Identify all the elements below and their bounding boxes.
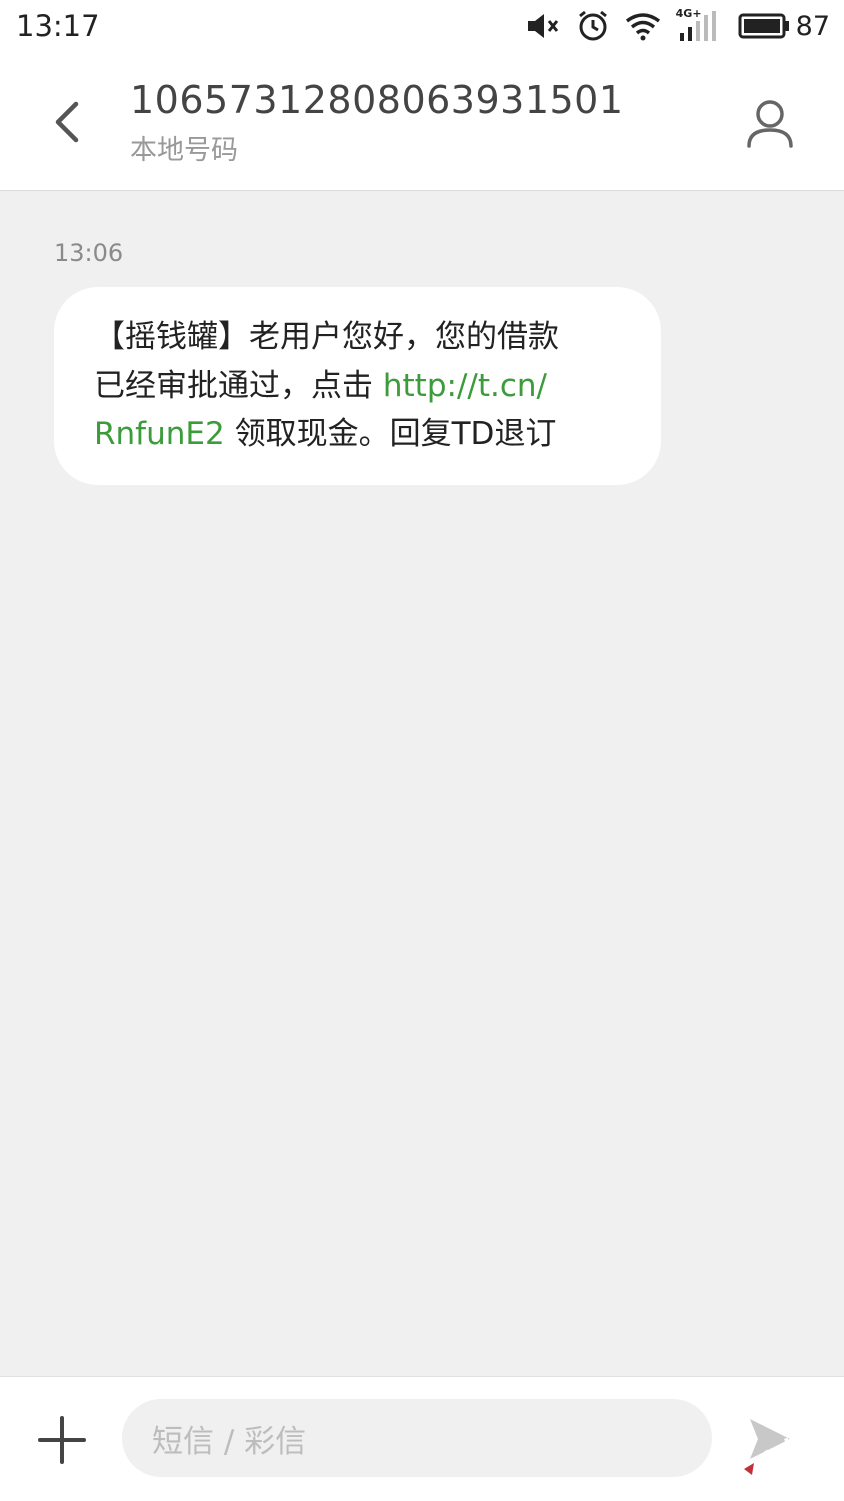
status-time: 13:17 [16,9,100,43]
message-link[interactable]: RnfunE2 [94,416,225,452]
message-line: RnfunE2 领取现金。回复TD退订 [94,410,631,459]
message-text: 【摇钱罐】老用户您好，您的借款 已经审批通过，点击 http://t.cn/ R… [94,313,631,459]
message-timestamp: 13:06 [54,239,124,267]
chevron-left-icon [55,101,79,143]
message-text-segment: 已经审批通过，点击 [94,367,383,404]
conversation-header: 10657312808063931501 本地号码 [0,52,844,191]
network-type-label: 4G+ [675,7,702,20]
back-button[interactable] [38,92,98,152]
contact-number: 10657312808063931501 [130,78,624,122]
contact-details-button[interactable] [738,92,802,156]
mute-icon [526,11,562,41]
add-attachment-button[interactable] [36,1414,88,1466]
status-bar: 13:17 4G+ 87 [0,0,844,52]
battery-icon [738,13,790,39]
message-bubble[interactable]: 【摇钱罐】老用户您好，您的借款 已经审批通过，点击 http://t.cn/ R… [54,287,661,485]
message-line: 已经审批通过，点击 http://t.cn/ [94,362,631,411]
message-input-placeholder: 短信 / 彩信 [152,1423,307,1460]
message-thread[interactable]: 13:06 【摇钱罐】老用户您好，您的借款 已经审批通过，点击 http://t… [0,191,844,1375]
alarm-icon [576,9,610,43]
person-icon [747,100,793,148]
contact-subtitle: 本地号码 [130,135,238,166]
message-input[interactable]: 短信 / 彩信 [122,1399,712,1477]
wifi-icon [624,11,662,41]
battery-percent: 87 [795,10,830,42]
message-text-segment: 领取现金。回复TD退订 [224,416,557,452]
plus-icon [38,1416,86,1464]
svg-text:卡农社区: 卡农社区 [757,1409,842,1478]
status-icons: 4G+ 87 [526,7,830,44]
watermark-icon: 卡农社区 [744,1409,844,1478]
watermark-logo: 卡农社区 [738,1409,844,1487]
message-link[interactable]: http://t.cn/ [383,368,547,404]
signal-icon: 4G+ [675,7,724,43]
composer-bar: 短信 / 彩信 卡农社区 [0,1376,844,1501]
message-line: 【摇钱罐】老用户您好，您的借款 [94,319,559,355]
